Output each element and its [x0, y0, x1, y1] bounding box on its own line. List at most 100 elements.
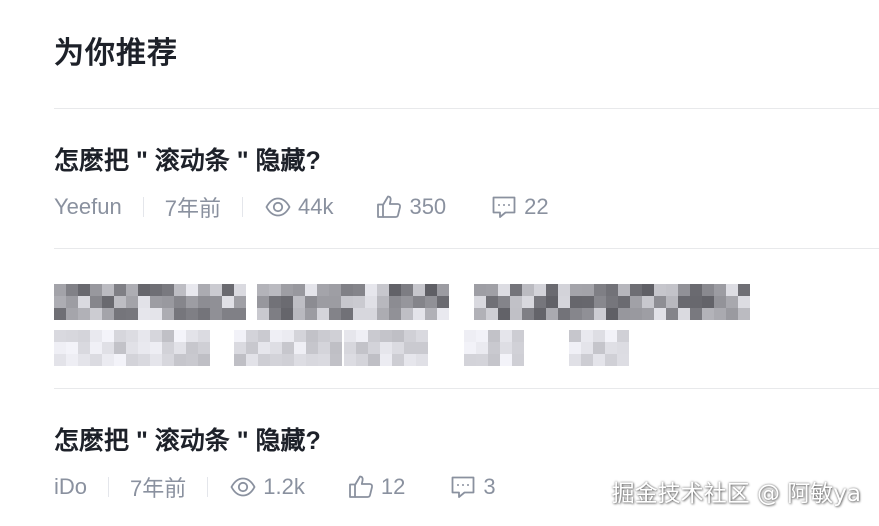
blur-pixel	[416, 342, 428, 354]
blur-pixel	[174, 284, 186, 296]
blur-pixel	[404, 354, 416, 366]
blur-pixel	[150, 284, 162, 296]
blur-pixel	[404, 330, 416, 342]
blur-pixel	[162, 354, 174, 366]
blur-pixel	[425, 296, 437, 308]
blur-pixel	[522, 296, 534, 308]
blur-pixel	[318, 330, 330, 342]
blur-pixel	[222, 296, 234, 308]
blur-pixel	[102, 342, 114, 354]
divider	[54, 388, 879, 389]
blur-pixel	[714, 284, 726, 296]
comments-stat[interactable]: 3	[449, 473, 496, 501]
blur-pixel	[246, 342, 258, 354]
blur-pixel	[498, 296, 510, 308]
blur-pixel	[257, 296, 269, 308]
meta-divider	[108, 477, 110, 497]
blurred-article-item[interactable]	[54, 280, 754, 370]
blur-pixel	[726, 308, 738, 320]
comments-count: 3	[483, 474, 496, 499]
blur-pixel	[162, 330, 174, 342]
blur-pixel	[246, 354, 258, 366]
blur-pixel	[392, 342, 404, 354]
article-meta: Yeefun 7年前 44k 350 22	[54, 192, 879, 222]
blur-pixel	[512, 342, 524, 354]
blur-pixel	[642, 284, 654, 296]
blur-pixel	[186, 284, 198, 296]
blur-pixel	[392, 354, 404, 366]
blur-pixel	[174, 342, 186, 354]
blur-pixel	[522, 308, 534, 320]
blur-pixel	[569, 342, 581, 354]
blur-pixel	[582, 296, 594, 308]
blur-pixel	[401, 308, 413, 320]
blur-pixel	[425, 284, 437, 296]
comments-stat[interactable]: 22	[490, 193, 549, 221]
blur-pixel	[174, 354, 186, 366]
blur-pixel	[341, 284, 353, 296]
blur-pixel	[594, 296, 606, 308]
blur-pixel	[198, 354, 210, 366]
blur-pixel	[377, 284, 389, 296]
blur-pixel	[630, 284, 642, 296]
likes-count: 12	[380, 474, 406, 499]
blur-pixel	[78, 330, 90, 342]
blur-pixel	[269, 308, 281, 320]
views-stat: 44k	[264, 193, 333, 221]
section-title: 为你推荐	[54, 37, 178, 70]
blur-pixel	[464, 330, 476, 342]
blur-pixel	[174, 308, 186, 320]
blur-pixel	[690, 296, 702, 308]
article-title[interactable]: 怎麽把 " 滚动条 " 隐藏?	[54, 143, 879, 179]
publish-time: 7年前	[164, 196, 221, 221]
blur-pixel	[54, 342, 66, 354]
blur-pixel	[570, 284, 582, 296]
blur-pixel	[114, 296, 126, 308]
blur-pixel	[138, 354, 150, 366]
blur-pixel	[305, 284, 317, 296]
author-link[interactable]: Yeefun	[54, 194, 122, 220]
article-item[interactable]: 怎麽把 " 滚动条 " 隐藏? Yeefun 7年前 44k 350 22	[54, 143, 879, 222]
blur-pixel	[341, 296, 353, 308]
blur-pixel	[66, 342, 78, 354]
author-link[interactable]: iDo	[54, 474, 87, 500]
blur-pixel	[270, 330, 282, 342]
blur-pixel	[317, 284, 329, 296]
blur-pixel	[234, 284, 246, 296]
blur-pixel	[186, 330, 198, 342]
meta-divider	[207, 477, 209, 497]
blur-pixel	[392, 330, 404, 342]
blur-pixel	[90, 330, 102, 342]
blur-pixel	[138, 308, 150, 320]
blur-pixel	[270, 342, 282, 354]
blur-pixel	[437, 284, 449, 296]
likes-stat[interactable]: 12	[347, 473, 405, 501]
blur-pixel	[174, 296, 186, 308]
blur-pixel	[90, 308, 102, 320]
blur-pixel	[594, 284, 606, 296]
likes-stat[interactable]: 350	[375, 193, 446, 221]
blur-pixel	[54, 296, 66, 308]
blur-pixel	[582, 308, 594, 320]
blur-pixel	[90, 284, 102, 296]
blur-pixel	[344, 330, 356, 342]
blur-pixel	[569, 330, 581, 342]
likes-count: 350	[409, 194, 447, 219]
thumbs-up-icon	[348, 475, 373, 498]
blur-pixel	[413, 284, 425, 296]
blur-pixel	[90, 354, 102, 366]
blur-pixel	[738, 308, 750, 320]
blur-pixel	[66, 296, 78, 308]
blur-pixel	[317, 296, 329, 308]
blur-pixel	[486, 284, 498, 296]
blur-pixel	[401, 296, 413, 308]
blur-pixel	[464, 342, 476, 354]
comments-count: 22	[524, 194, 549, 219]
blur-pixel	[500, 354, 512, 366]
blur-pixel	[738, 296, 750, 308]
blur-pixel	[594, 308, 606, 320]
article-title[interactable]: 怎麽把 " 滚动条 " 隐藏?	[54, 423, 879, 459]
blur-pixel	[416, 354, 428, 366]
blur-pixel	[510, 296, 522, 308]
blur-pixel	[198, 308, 210, 320]
